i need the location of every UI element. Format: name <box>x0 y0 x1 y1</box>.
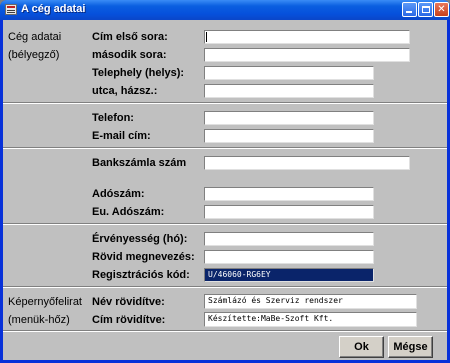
short-name-field[interactable] <box>204 250 374 264</box>
site-label: Telephely (helys): <box>92 67 185 79</box>
site-field[interactable] <box>204 66 374 80</box>
maximize-button[interactable] <box>418 2 433 17</box>
company-group-label: Cég adatai <box>8 31 62 43</box>
email-field[interactable] <box>204 129 374 143</box>
short-address-caption-label: Cím rövidítve: <box>92 314 166 326</box>
short-name-caption-field[interactable]: Számlázó és Szerviz rendszer <box>204 294 417 309</box>
tax-number-field[interactable] <box>204 187 374 201</box>
street-field[interactable] <box>204 84 374 98</box>
phone-label: Telefon: <box>92 112 134 124</box>
window-title: A cég adatai <box>21 3 86 15</box>
short-address-caption-field[interactable]: Készítette:MaBe-Szoft Kft. <box>204 312 417 327</box>
separator <box>3 330 447 332</box>
minimize-button[interactable] <box>402 2 417 17</box>
bank-account-label: Bankszámla szám <box>92 157 187 169</box>
separator <box>3 102 447 104</box>
short-name-caption-label: Név rövidítve: <box>92 296 165 308</box>
separator <box>3 286 447 288</box>
dialog-body: Cég adatai (bélyegző) Cím első sora: más… <box>3 20 447 360</box>
close-button[interactable]: ✕ <box>434 2 449 17</box>
validity-field[interactable] <box>204 232 374 246</box>
title-bar[interactable]: A cég adatai ✕ <box>0 0 450 20</box>
bank-account-field[interactable] <box>204 156 410 170</box>
email-label: E-mail cím: <box>92 130 151 142</box>
dialog-window: A cég adatai ✕ Cég adatai (bélyegző) Cím… <box>0 0 450 363</box>
company-group-sublabel: (bélyegző) <box>8 49 60 61</box>
separator <box>3 223 447 225</box>
screen-caption-group-label: Képernyőfelirat <box>8 296 82 308</box>
phone-field[interactable] <box>204 111 374 125</box>
address-line2-label: második sora: <box>92 49 167 61</box>
eu-tax-number-label: Eu. Adószám: <box>92 206 165 218</box>
window-app-icon <box>5 4 17 15</box>
screen-caption-group-sublabel: (menük-hőz) <box>8 314 70 326</box>
address-line1-label: Cím első sora: <box>92 31 168 43</box>
tax-number-label: Adószám: <box>92 188 145 200</box>
cancel-button[interactable]: Mégse <box>388 336 433 358</box>
maximize-icon <box>422 6 430 13</box>
validity-label: Érvényesség (hó): <box>92 233 188 245</box>
text-caret <box>206 32 207 42</box>
separator <box>3 147 447 149</box>
ok-button[interactable]: Ok <box>339 336 384 358</box>
minimize-icon <box>406 11 412 13</box>
street-label: utca, házsz.: <box>92 85 158 97</box>
registration-code-label: Regisztrációs kód: <box>92 269 190 281</box>
address-line1-field[interactable] <box>204 30 410 44</box>
short-name-label: Rövid megnevezés: <box>92 251 195 263</box>
registration-code-field[interactable]: U/46060-RG6EY <box>204 268 374 282</box>
eu-tax-number-field[interactable] <box>204 205 374 219</box>
address-line2-field[interactable] <box>204 48 410 62</box>
